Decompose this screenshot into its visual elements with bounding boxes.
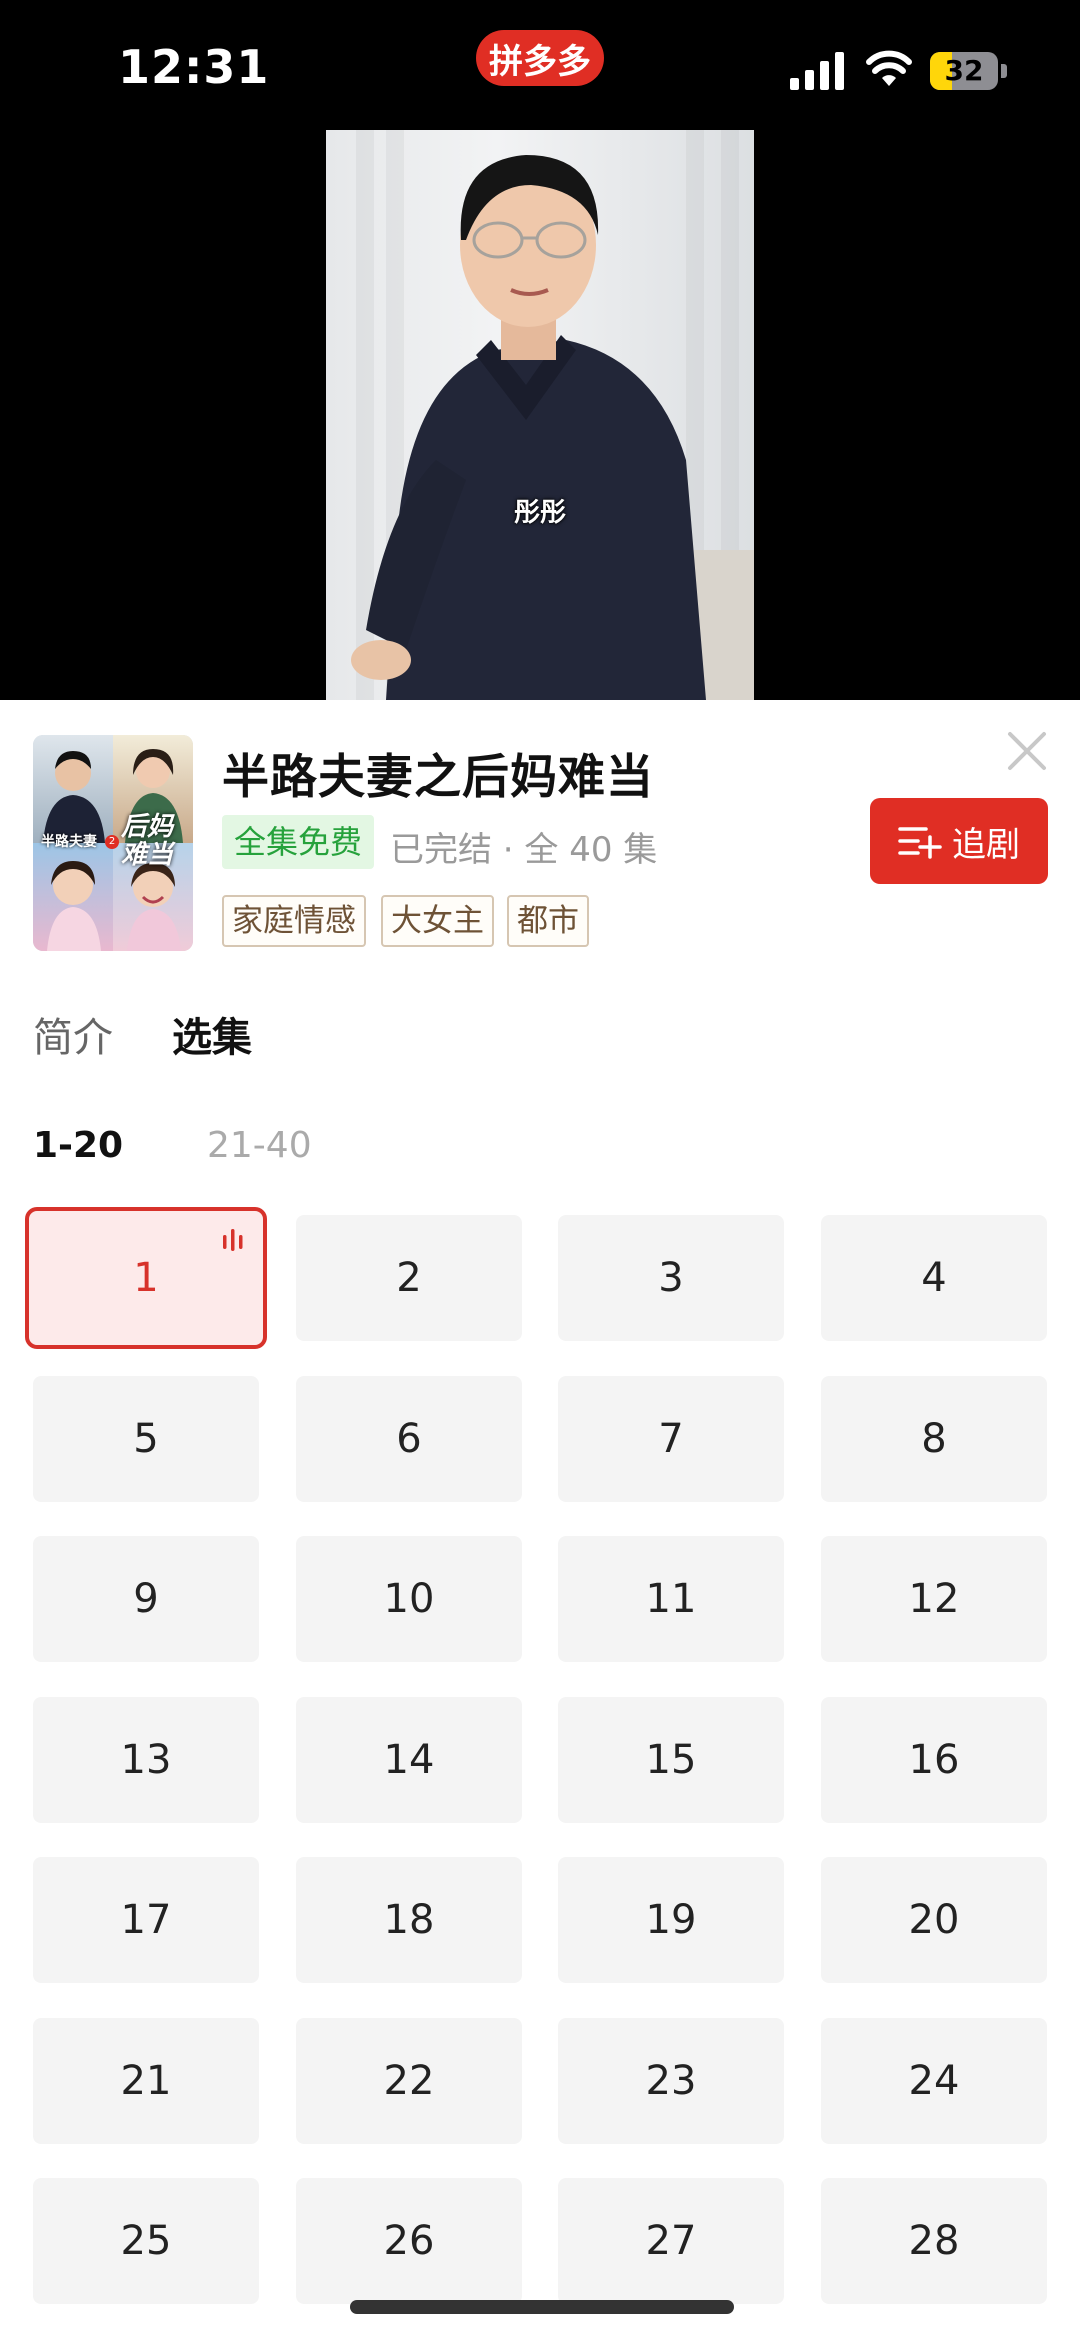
episode-number: 24 [908,2058,960,2104]
episode-number: 6 [396,1416,422,1462]
range-tab-1-20[interactable]: 1-20 [33,1125,123,1166]
episode-number: 27 [645,2218,697,2264]
episode-8-button[interactable]: 8 [821,1376,1047,1502]
episode-15-button[interactable]: 15 [558,1697,784,1823]
tab-episodes[interactable]: 选集 [172,1005,252,1063]
episode-number: 28 [908,2218,960,2264]
episode-number: 23 [645,2058,697,2104]
cellular-signal-icon [790,52,844,90]
episode-5-button[interactable]: 5 [33,1376,259,1502]
episode-number: 3 [658,1255,684,1301]
wifi-icon [866,50,912,86]
tag-urban[interactable]: 都市 [507,895,589,947]
episode-6-button[interactable]: 6 [296,1376,522,1502]
add-to-list-icon [898,827,942,859]
episode-number: 22 [383,2058,435,2104]
episode-3-button[interactable]: 3 [558,1215,784,1341]
home-indicator[interactable] [350,2300,734,2314]
episode-number: 5 [133,1416,159,1462]
episode-number: 16 [908,1737,960,1783]
episode-number: 1 [133,1255,159,1301]
episode-number: 2 [396,1255,422,1301]
video-frame[interactable]: 彤彤 [326,130,754,700]
video-player[interactable]: 彤彤 [0,130,1080,700]
episode-25-button[interactable]: 25 [33,2178,259,2304]
episode-number: 8 [921,1416,947,1462]
episode-19-button[interactable]: 19 [558,1857,784,1983]
close-icon[interactable] [1006,730,1048,772]
status-bar: 12:31 拼多多 32 [0,0,1080,130]
episode-number: 9 [133,1576,159,1622]
episode-9-button[interactable]: 9 [33,1536,259,1662]
video-subtitle: 彤彤 [513,498,566,528]
episode-number: 7 [658,1416,684,1462]
poster-number: 2 [105,835,119,849]
episode-number: 15 [645,1737,697,1783]
status-time: 12:31 [118,40,270,94]
episode-28-button[interactable]: 28 [821,2178,1047,2304]
now-playing-icon [223,1229,243,1251]
tag-family-drama[interactable]: 家庭情感 [222,895,366,947]
drama-status: 已完结 · 全 40 集 [390,830,658,870]
episode-13-button[interactable]: 13 [33,1697,259,1823]
episode-sheet: 半路夫妻 2 后妈难当 半路夫妻之后妈难当 全集免费 已完结 · 全 40 集 … [0,700,1080,2337]
episode-21-button[interactable]: 21 [33,2018,259,2144]
tag-heroine[interactable]: 大女主 [381,895,494,947]
episode-number: 4 [921,1255,947,1301]
episode-number: 18 [383,1897,435,1943]
episode-10-button[interactable]: 10 [296,1536,522,1662]
episode-24-button[interactable]: 24 [821,2018,1047,2144]
episode-2-button[interactable]: 2 [296,1215,522,1341]
battery-level-text: 32 [944,54,984,87]
episode-number: 12 [908,1576,960,1622]
episode-number: 13 [120,1737,172,1783]
episode-number: 14 [383,1737,435,1783]
episode-number: 26 [383,2218,435,2264]
episode-22-button[interactable]: 22 [296,2018,522,2144]
episode-number: 19 [645,1897,697,1943]
poster-title: 后妈难当 [121,812,174,870]
app-badge[interactable]: 拼多多 [476,30,604,86]
episode-23-button[interactable]: 23 [558,2018,784,2144]
range-tab-21-40[interactable]: 21-40 [207,1125,312,1166]
episode-14-button[interactable]: 14 [296,1697,522,1823]
episode-number: 21 [120,2058,172,2104]
free-badge: 全集免费 [222,815,375,869]
episode-number: 11 [645,1576,697,1622]
battery-icon: 32 [930,52,1010,90]
episode-27-button[interactable]: 27 [558,2178,784,2304]
episode-26-button[interactable]: 26 [296,2178,522,2304]
episode-17-button[interactable]: 17 [33,1857,259,1983]
episode-20-button[interactable]: 20 [821,1857,1047,1983]
episode-number: 17 [120,1897,172,1943]
drama-title: 半路夫妻之后妈难当 [222,750,654,805]
episode-12-button[interactable]: 12 [821,1536,1047,1662]
follow-drama-button[interactable]: 追剧 [870,798,1048,884]
actor-image [351,155,754,700]
episode-number: 10 [383,1576,435,1622]
tab-intro[interactable]: 简介 [33,1005,113,1063]
follow-label: 追剧 [952,824,1020,865]
episode-18-button[interactable]: 18 [296,1857,522,1983]
episode-16-button[interactable]: 16 [821,1697,1047,1823]
episode-1-button[interactable]: 1 [25,1207,267,1349]
episode-4-button[interactable]: 4 [821,1215,1047,1341]
episode-number: 20 [908,1897,960,1943]
poster-subtitle: 半路夫妻 [41,834,97,850]
episode-7-button[interactable]: 7 [558,1376,784,1502]
episode-number: 25 [120,2218,172,2264]
drama-poster[interactable]: 半路夫妻 2 后妈难当 [33,735,193,951]
episode-11-button[interactable]: 11 [558,1536,784,1662]
